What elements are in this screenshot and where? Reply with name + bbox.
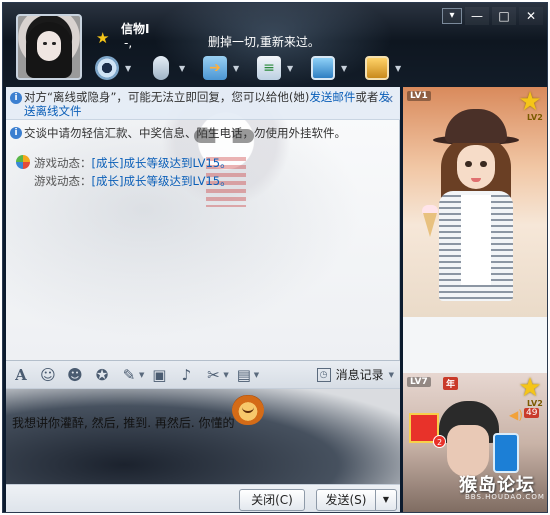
- year-badge: 年: [443, 377, 459, 390]
- chevron-down-icon[interactable]: ▼: [254, 371, 259, 379]
- game-activity-link[interactable]: [成长]成长等级达到LV15。: [92, 174, 232, 188]
- chevron-down-icon[interactable]: ▼: [389, 371, 394, 379]
- star-icon: ★: [518, 87, 542, 117]
- message-history-label: 消息记录: [335, 368, 384, 382]
- send-options-button[interactable]: ▼: [375, 489, 397, 511]
- lion-emoji-icon: [232, 395, 264, 425]
- photo-face: [447, 425, 489, 477]
- level-badge-2: LV2: [527, 113, 543, 122]
- chevron-down-icon[interactable]: ▼: [233, 64, 245, 73]
- avatar-face: [457, 145, 495, 189]
- offline-notice-bar: i 对方“离线或隐身”，可能无法立即回复，您可以给他(她)发送邮件或者发送离线文…: [6, 87, 400, 120]
- game-activity-line: 游戏动态：[成长]成长等级达到LV15。: [34, 155, 232, 171]
- chevron-down-icon[interactable]: ▼: [223, 371, 228, 379]
- toolbox-icon[interactable]: ▤: [235, 366, 253, 384]
- notice-text-middle: 或者: [355, 90, 379, 104]
- message-history[interactable]: i 对方“离线或隐身”，可能无法立即回复，您可以给他(她)发送邮件或者发送离线文…: [6, 87, 400, 360]
- speaker-icon[interactable]: ◀): [509, 408, 523, 422]
- level-badge: LV1: [407, 91, 431, 101]
- contact-name[interactable]: 信物I: [121, 20, 149, 37]
- level-badge: LV7: [407, 377, 431, 387]
- chevron-down-icon[interactable]: ▼: [139, 371, 144, 379]
- avatar-shirt: [461, 195, 491, 285]
- screenshot-scissors-icon[interactable]: ✂: [204, 366, 222, 384]
- level-badge-2: LV2: [527, 399, 543, 408]
- contact-signature: 删掉一切,重新来过。: [208, 35, 320, 49]
- photo-phone: [493, 433, 519, 473]
- avatar-ice-cream-cone: [423, 213, 437, 237]
- chevron-down-icon[interactable]: ▼: [287, 64, 299, 73]
- forum-watermark-url: BBS.HOUDAO.COM: [465, 493, 545, 501]
- chevron-down-icon[interactable]: ▼: [341, 64, 353, 73]
- info-icon: i: [10, 92, 22, 104]
- close-button[interactable]: 关闭(C): [239, 489, 305, 511]
- magic-emoji-icon[interactable]: ✪: [93, 366, 111, 384]
- game-logo-icon: [16, 155, 30, 169]
- close-window-button[interactable]: ✕: [519, 7, 543, 25]
- game-activity-line: 游戏动态：[成长]成长等级达到LV15。: [34, 173, 232, 189]
- info-icon: i: [10, 127, 22, 139]
- game-activity-label: 游戏动态：: [34, 174, 92, 188]
- contact-avatar[interactable]: [16, 14, 82, 80]
- star-icon: ★: [518, 373, 542, 403]
- message-history-button[interactable]: ◷ 消息记录 ▼: [316, 366, 394, 383]
- window-controls: ▾ — □ ✕: [442, 7, 543, 25]
- remote-desktop-icon[interactable]: [311, 56, 335, 80]
- message-input-text[interactable]: 我想讲你灌醉, 然后, 推到. 再然后. 你懂的: [12, 414, 235, 431]
- side-show-panel: LV1 ★ LV2 LV7 年 ★ LV2 2 ◀) 49 猴岛论坛 BBS.H…: [403, 87, 547, 512]
- character-emoji-icon[interactable]: ☻: [66, 366, 84, 384]
- bottom-bar: 关闭(C) 发送(S) ▼: [6, 484, 400, 512]
- game-activity-link[interactable]: [成长]成长等级达到LV15。: [92, 156, 232, 170]
- top-toolbar: ▼ ▼ ➔ ▼ ≡ ▼ ▼ ▼: [95, 53, 419, 83]
- maximize-button[interactable]: □: [492, 7, 516, 25]
- file-transfer-icon[interactable]: ➔: [203, 56, 227, 80]
- title-bar: ★ 信物I -, 删掉一切,重新来过。 ▾ — □ ✕ ▼ ▼ ➔ ▼ ≡ ▼ …: [3, 3, 547, 87]
- contact-status-text: -,: [124, 36, 133, 50]
- game-activity-label: 游戏动态：: [34, 156, 92, 170]
- avatar-eye: [480, 161, 487, 167]
- message-doc-icon[interactable]: ≡: [257, 56, 281, 80]
- format-toolbar: A ☺ ☻ ✪ ✎ ▼ ▣ ♪ ✂ ▼ ▤ ▼ ◷ 消息记录 ▼: [6, 360, 400, 389]
- self-show-avatar[interactable]: LV7 年 ★ LV2 2 ◀) 49 猴岛论坛 BBS.HOUDAO.COM: [403, 373, 547, 512]
- chat-window: ★ 信物I -, 删掉一切,重新来过。 ▾ — □ ✕ ▼ ▼ ➔ ▼ ≡ ▼ …: [2, 2, 548, 513]
- minimize-button[interactable]: —: [465, 7, 489, 25]
- music-icon[interactable]: ♪: [177, 366, 195, 384]
- avatar-hat: [445, 109, 507, 143]
- edit-icon[interactable]: ✎: [120, 366, 138, 384]
- menu-dropdown-icon[interactable]: ▾: [442, 8, 462, 24]
- chevron-down-icon[interactable]: ▼: [125, 64, 137, 73]
- image-icon[interactable]: ▣: [150, 366, 168, 384]
- volume-number: 49: [524, 408, 540, 418]
- chevron-down-icon[interactable]: ▼: [395, 64, 407, 73]
- contact-show-avatar[interactable]: LV1 ★ LV2: [403, 87, 547, 317]
- show-divider: [403, 317, 547, 373]
- security-warning: 交谈中请勿轻信汇款、中奖信息、陌生电话，勿使用外挂软件。: [24, 126, 346, 140]
- star-icon[interactable]: ★: [96, 31, 109, 46]
- send-button[interactable]: 发送(S): [316, 489, 376, 511]
- emoji-icon[interactable]: ☺: [39, 366, 57, 384]
- notice-text-prefix: 对方“离线或隐身”，可能无法立即回复，您可以给他(她): [24, 90, 310, 104]
- webcam-icon[interactable]: [95, 56, 119, 80]
- avatar-eye: [465, 161, 472, 167]
- font-icon[interactable]: A: [12, 366, 30, 384]
- chevron-down-icon[interactable]: ▼: [179, 64, 191, 73]
- microphone-icon[interactable]: [153, 56, 169, 80]
- app-box-icon[interactable]: [365, 56, 389, 80]
- close-icon[interactable]: ✕: [385, 93, 394, 107]
- message-input[interactable]: 我想讲你灌醉, 然后, 推到. 再然后. 你懂的: [6, 389, 400, 484]
- gift-count-badge: 2: [433, 435, 446, 448]
- history-icon: ◷: [316, 367, 331, 382]
- send-email-link[interactable]: 发送邮件: [309, 90, 355, 104]
